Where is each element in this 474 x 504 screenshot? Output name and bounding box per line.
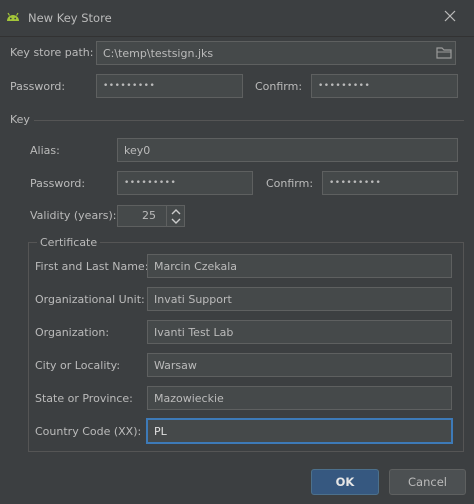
chevron-down-icon[interactable] — [170, 217, 182, 225]
close-icon[interactable] — [442, 8, 458, 24]
validity-label: Validity (years): — [30, 209, 117, 222]
name-label: First and Last Name: — [35, 260, 149, 273]
country-code-input[interactable] — [147, 419, 452, 443]
validity-spinner[interactable]: 25 — [117, 205, 185, 227]
country-code-label: Country Code (XX): — [35, 425, 142, 438]
city-label: City or Locality: — [35, 359, 121, 372]
keystore-password-label: Password: — [10, 80, 66, 93]
keystore-confirm-input[interactable] — [311, 74, 458, 98]
key-confirm-input[interactable] — [322, 171, 458, 195]
new-key-store-dialog: New Key Store Key store path: Password: … — [0, 0, 474, 504]
state-input[interactable] — [147, 386, 452, 410]
organization-input[interactable] — [147, 320, 452, 344]
title-bar: New Key Store — [0, 0, 474, 36]
android-icon — [7, 12, 19, 21]
keystore-path-label: Key store path: — [10, 46, 94, 59]
spinner-divider — [166, 206, 167, 226]
org-unit-input[interactable] — [147, 287, 452, 311]
state-label: State or Province: — [35, 392, 133, 405]
key-confirm-label: Confirm: — [266, 177, 314, 190]
chevron-up-icon[interactable] — [170, 208, 182, 216]
organization-label: Organization: — [35, 326, 110, 339]
cancel-button[interactable]: Cancel — [389, 469, 466, 495]
certificate-section-title: Certificate — [37, 236, 101, 250]
alias-input[interactable] — [117, 138, 458, 162]
key-password-label: Password: — [30, 177, 86, 190]
keystore-confirm-label: Confirm: — [255, 80, 303, 93]
key-section-divider — [34, 120, 464, 121]
window-title: New Key Store — [28, 11, 112, 25]
alias-label: Alias: — [30, 144, 60, 157]
city-input[interactable] — [147, 353, 452, 377]
key-section-title: Key — [10, 113, 30, 126]
validity-value: 25 — [142, 209, 156, 222]
name-input[interactable] — [147, 254, 452, 278]
keystore-path-input[interactable] — [96, 41, 456, 65]
keystore-password-input[interactable] — [96, 74, 243, 98]
org-unit-label: Organizational Unit: — [35, 293, 145, 306]
title-separator — [0, 36, 474, 37]
key-password-input[interactable] — [117, 171, 253, 195]
ok-button[interactable]: OK — [311, 469, 379, 495]
folder-icon[interactable] — [434, 44, 454, 62]
